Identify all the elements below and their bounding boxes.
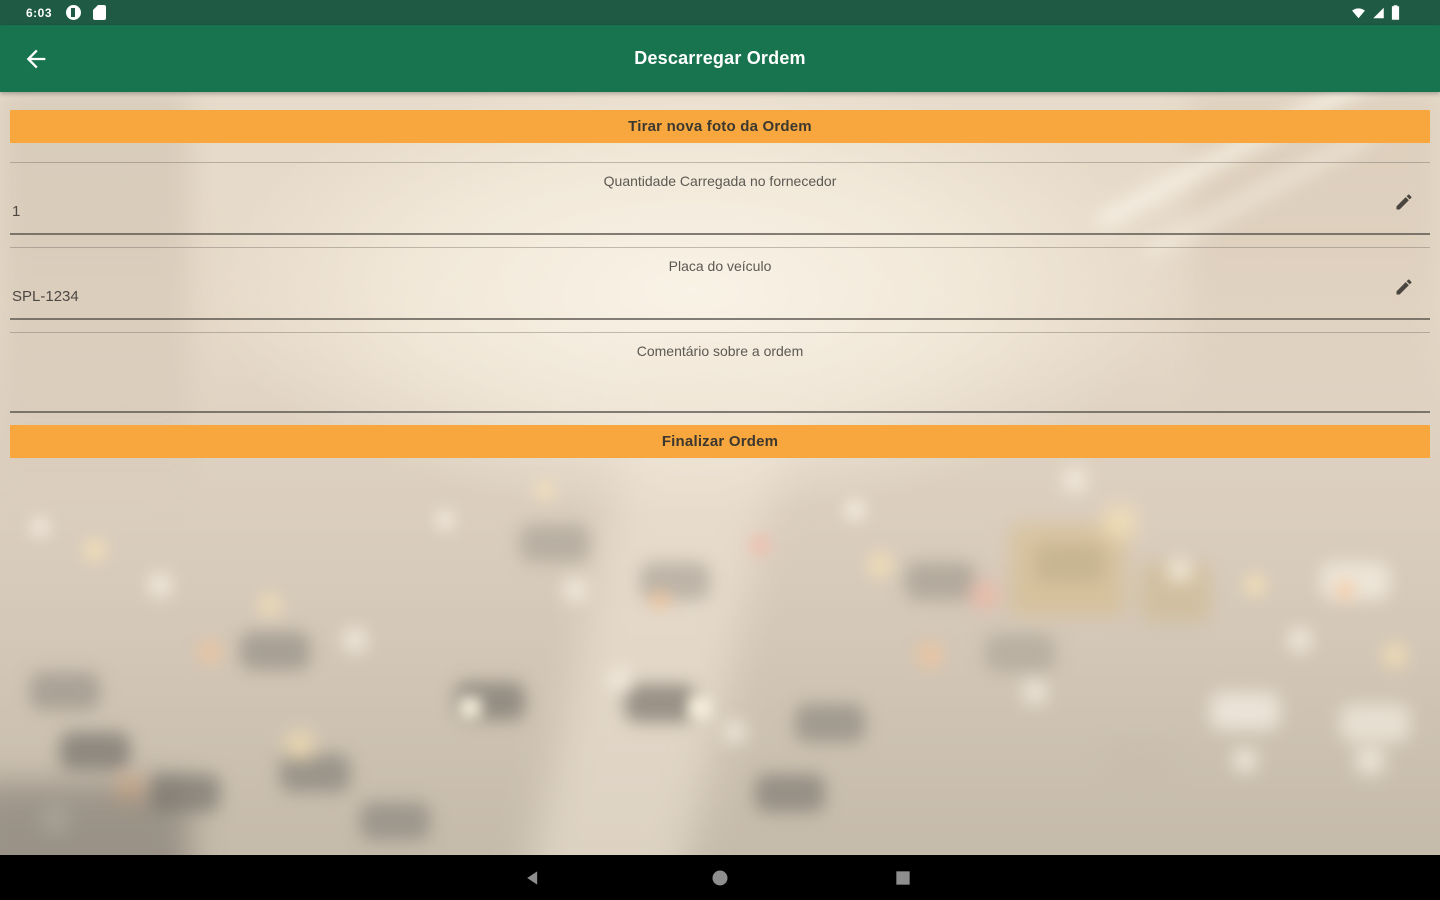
finish-order-button[interactable]: Finalizar Ordem — [10, 425, 1430, 458]
order-form: Tirar nova foto da Ordem Quantidade Carr… — [0, 110, 1440, 458]
notification-file-icon — [93, 5, 107, 20]
status-system-icons — [1351, 5, 1400, 20]
nav-home-icon[interactable] — [710, 868, 730, 888]
app-screen: 6:03 Descarregar Ordem Tirar nova foto d… — [0, 0, 1440, 900]
comment-input[interactable] — [10, 359, 1430, 411]
comment-field-label: Comentário sobre a ordem — [636, 343, 804, 359]
plate-input[interactable]: SPL-1234 — [10, 274, 1430, 318]
plate-value: SPL-1234 — [12, 287, 79, 305]
nav-recents-icon[interactable] — [893, 868, 913, 888]
page-title: Descarregar Ordem — [634, 48, 806, 68]
signal-icon — [1371, 6, 1386, 20]
quantity-field: Quantidade Carregada no fornecedor 1 — [10, 162, 1430, 235]
take-photo-button[interactable]: Tirar nova foto da Ordem — [10, 110, 1430, 143]
pencil-icon[interactable] — [1394, 192, 1414, 212]
status-time: 6:03 — [26, 5, 53, 20]
android-nav-bar — [0, 855, 1440, 900]
wifi-icon — [1351, 6, 1366, 20]
comment-field: Comentário sobre a ordem — [10, 332, 1430, 413]
notification-circle-icon — [66, 5, 82, 20]
pencil-icon[interactable] — [1394, 277, 1414, 297]
battery-icon — [1391, 5, 1400, 20]
app-bar: Descarregar Ordem — [0, 25, 1440, 92]
status-bar: 6:03 — [0, 0, 1440, 25]
plate-field-label: Placa do veículo — [668, 258, 772, 274]
content-area: Tirar nova foto da Ordem Quantidade Carr… — [0, 92, 1440, 855]
quantity-input[interactable]: 1 — [10, 189, 1430, 233]
notification-icons — [66, 5, 107, 20]
quantity-field-label: Quantidade Carregada no fornecedor — [603, 173, 837, 189]
plate-field: Placa do veículo SPL-1234 — [10, 247, 1430, 320]
nav-back-icon[interactable] — [523, 868, 543, 888]
quantity-value: 1 — [12, 202, 21, 220]
